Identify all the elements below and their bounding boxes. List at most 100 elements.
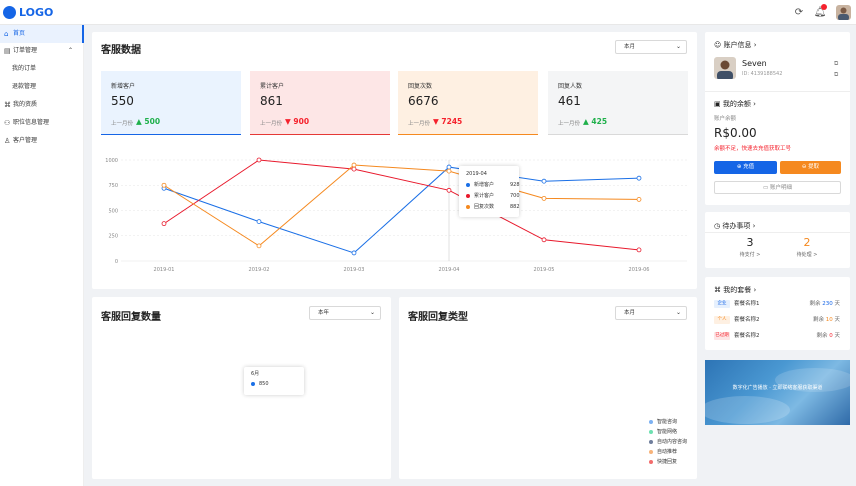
sidebar-item-home[interactable]: ⌂ 首页	[0, 25, 84, 43]
copy-icon[interactable]: ⧉	[834, 71, 838, 79]
top-bar: LOGO ⟳ 🔔︎	[0, 0, 856, 25]
banner-text: 数字化广告播放 · 立即联络客服获取渠道	[732, 385, 823, 391]
tooltip-title: 2019-04	[466, 171, 487, 177]
recharge-button[interactable]: ⊕ 充值	[714, 161, 777, 174]
wallet-icon: ▣	[714, 100, 723, 108]
reply-count-card	[92, 297, 391, 479]
stat-card[interactable]: 累计客户 861 上一月份 ▼ 900	[250, 71, 390, 135]
stat-foot: 上一月份	[111, 121, 134, 127]
package-name: 套餐名称2	[734, 333, 760, 339]
stat-foot: 上一月份	[408, 121, 431, 127]
tooltip-row: 850	[251, 380, 269, 388]
reply-count-title: 客服回复数量	[101, 312, 161, 323]
wallet-title[interactable]: ▣ 我的余额 ›	[714, 99, 756, 109]
service-period-select[interactable]: 本月 ⌄	[615, 40, 687, 54]
package-remaining: 剩余 10 天	[813, 317, 840, 323]
balance-label: 账户余额	[714, 116, 737, 122]
chevron-down-icon: ⌄	[675, 43, 681, 50]
copy-icon[interactable]: ⧉	[834, 60, 838, 68]
chevron-down-icon: ⌄	[675, 309, 681, 316]
tooltip-row: 回复次数 882	[466, 203, 520, 211]
package-icon: ⌘	[714, 286, 724, 294]
user-id: ID: 4139188542	[742, 71, 783, 77]
arrow-down-icon: ▼	[433, 117, 439, 126]
reply-count-period-select[interactable]: 本年 ⌄	[309, 306, 381, 320]
divider	[705, 232, 850, 233]
legend-item[interactable]: 自动内容咨询	[649, 439, 687, 446]
stat-value: 550	[111, 94, 134, 108]
package-row[interactable]: 企业 套餐名称1 剩余 230 天	[714, 298, 844, 310]
legend-dot-icon	[649, 429, 653, 434]
legend-item[interactable]: 快捷回复	[649, 459, 677, 466]
stat-foot: 上一月份	[260, 121, 283, 127]
arrow-up-icon: ▲	[136, 117, 142, 126]
balance-warning: 余额不足，快速去充值获取工号	[714, 146, 792, 152]
customer-icon: ♙	[4, 137, 11, 145]
arrow-down-icon: ▼	[285, 117, 291, 126]
stat-title: 回复人数	[558, 83, 583, 90]
legend-dot-icon	[649, 419, 653, 424]
sidebar-item-refunds[interactable]: 退款管理	[0, 78, 84, 96]
stat-card[interactable]: 回复人数 461 上一月份 ▲ 425	[548, 71, 688, 135]
sidebar-item-license[interactable]: ⌘ 我的资质	[0, 96, 84, 114]
license-icon: ⌘	[4, 101, 11, 109]
stat-value: 861	[260, 94, 283, 108]
package-name: 套餐名称1	[734, 301, 760, 307]
account-title[interactable]: ☺ 账户信息 ›	[714, 40, 757, 50]
stat-underline	[398, 134, 538, 135]
todo-title[interactable]: ◷ 待办事项 ›	[714, 221, 755, 231]
sidebar-item-orders[interactable]: ▤ 订单管理 ⌃	[0, 42, 84, 60]
stat-delta: ▼ 900	[285, 117, 310, 126]
tooltip-row: 累计客户 700	[466, 192, 520, 200]
series-dot-icon	[466, 204, 470, 209]
legend-item[interactable]: 自动推荐	[649, 449, 677, 456]
stat-value: 6676	[408, 94, 439, 108]
tooltip-row: 新增客户 928	[466, 181, 520, 189]
promo-banner[interactable]: 数字化广告播放 · 立即联络客服获取渠道	[705, 360, 850, 425]
arrow-up-icon: ▲	[583, 117, 589, 126]
user-avatar	[714, 57, 736, 79]
sidebar-item-customers[interactable]: ♙ 客户管理	[0, 132, 84, 150]
withdraw-button[interactable]: ⊖ 提取	[780, 161, 841, 174]
package-row[interactable]: 已过期 套餐名称2 剩余 0 天	[714, 330, 844, 342]
stat-title: 新增客户	[111, 83, 136, 90]
user-name: Seven	[742, 59, 767, 68]
package-tag: 个人	[714, 316, 730, 324]
package-remaining: 剩余 0 天	[816, 333, 841, 339]
todo-item-pending-process[interactable]: 2 待处理 >	[787, 236, 827, 258]
stat-underline	[250, 134, 390, 135]
position-icon: ⚇	[4, 119, 11, 127]
stat-value: 461	[558, 94, 581, 108]
sidebar-item-my-orders[interactable]: 我的订单	[0, 60, 84, 78]
tooltip-title: 6月	[251, 371, 260, 377]
refresh-icon[interactable]: ⟳	[792, 6, 806, 20]
legend-item[interactable]: 智能咨询	[649, 419, 677, 426]
reply-chart-tooltip: 6月 850	[244, 367, 304, 395]
service-data-title: 客服数据	[101, 45, 141, 56]
package-row[interactable]: 个人 套餐名称2 剩余 10 天	[714, 314, 844, 326]
packages-title[interactable]: ⌘ 我的套餐 ›	[714, 285, 756, 295]
stat-delta: ▲ 500	[136, 117, 161, 126]
chevron-down-icon: ⌄	[369, 309, 375, 316]
stat-card[interactable]: 新增客户 550 上一月份 ▲ 500	[101, 71, 241, 135]
logo: LOGO	[19, 6, 54, 19]
balance-value: R$0.00	[714, 126, 757, 140]
stat-delta: ▼ 7245	[433, 117, 463, 126]
logo-icon	[3, 6, 16, 19]
reply-type-period-select[interactable]: 本月 ⌄	[615, 306, 687, 320]
stat-card[interactable]: 回复次数 6676 上一月份 ▼ 7245	[398, 71, 538, 135]
avatar[interactable]	[836, 5, 851, 20]
account-detail-button[interactable]: ▭ 账户明细	[714, 181, 841, 194]
series-dot-icon	[466, 182, 470, 187]
stat-title: 回复次数	[408, 83, 433, 90]
sidebar-item-positions[interactable]: ⚇ 职位信息管理	[0, 114, 84, 132]
home-icon: ⌂	[4, 30, 9, 38]
legend-item[interactable]: 智能网络	[649, 429, 677, 436]
trend-chart-tooltip: 2019-04 新增客户 928 累计客户 700 回复次数 882	[459, 166, 520, 217]
series-dot-icon	[466, 193, 470, 198]
legend-dot-icon	[649, 459, 653, 464]
package-remaining: 剩余 230 天	[809, 301, 841, 307]
detail-icon: ▭	[763, 185, 770, 191]
todo-item-pending-pay[interactable]: 3 待支付 >	[730, 236, 770, 258]
stat-underline	[101, 134, 241, 135]
